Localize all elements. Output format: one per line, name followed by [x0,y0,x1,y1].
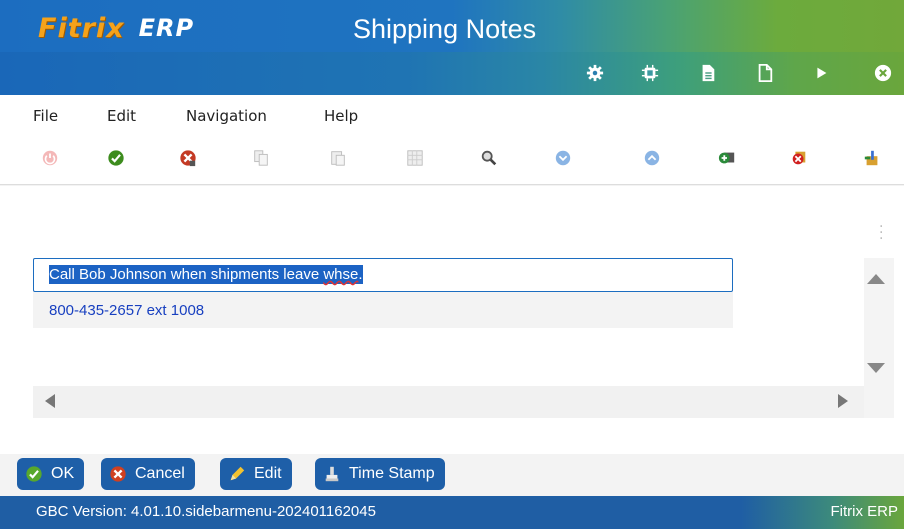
scroll-up-arrow-icon[interactable] [867,274,885,284]
note-line-1-text: Call Bob Johnson when shipments leave [49,266,324,283]
scroll-down-arrow-icon[interactable] [867,363,885,373]
close-circle-icon[interactable] [874,64,892,82]
app-logo: Fitrix ERP [38,12,195,44]
note-line-2[interactable]: 800-435-2657 ext 1008 [49,302,204,319]
copy-icon[interactable] [251,148,271,168]
scroll-right-arrow-icon[interactable] [838,394,848,408]
action-bar: OK Cancel Edit Time Stamp [0,456,904,494]
zoom-icon[interactable] [479,148,499,168]
document-icon[interactable] [699,64,717,82]
new-page-icon[interactable] [756,64,774,82]
header-toolbar [0,64,904,84]
edit-button-label: Edit [254,465,282,482]
ok-button[interactable]: OK [17,458,85,490]
menu-bar: File Edit Navigation Help [0,95,904,135]
delete-row-icon[interactable] [789,148,809,168]
logo-brand: Fitrix [38,12,125,44]
notes-list: Call Bob Johnson when shipments leave wh… [33,258,733,328]
more-options-icon[interactable]: · · · [879,220,883,246]
window-title: Shipping Notes [353,14,537,44]
down-circle-icon[interactable] [553,148,573,168]
check-icon [25,465,43,483]
cancel-button-label: Cancel [135,465,185,482]
note-line-1-end: . [358,266,363,283]
spellcheck-flagged-word: whse [323,266,359,283]
add-row-icon[interactable] [717,148,737,168]
insert-icon[interactable] [862,148,882,168]
menu-edit[interactable]: Edit [107,107,136,125]
time-stamp-button-label: Time Stamp [349,465,435,482]
grid-icon[interactable] [405,148,425,168]
app-name: Fitrix ERP [830,503,899,520]
toolbar [0,135,904,185]
accept-check-icon[interactable] [106,148,126,168]
settings-icon[interactable] [586,64,604,82]
notes-panel: · · · Call Bob Johnson when shipments leav… [0,186,904,454]
paste-icon[interactable] [328,148,348,168]
scroll-left-arrow-icon[interactable] [45,394,55,408]
edit-button[interactable]: Edit [220,458,292,490]
cancel-x-icon[interactable] [178,148,198,168]
ok-button-label: OK [51,465,75,482]
app-header: Fitrix ERP Shipping Notes [0,0,904,95]
status-bar: GBC Version: 4.01.10.sidebarmenu-2024011… [0,496,904,529]
menu-navigation[interactable]: Navigation [186,107,267,125]
up-circle-icon[interactable] [642,148,662,168]
cancel-icon [109,465,127,483]
stamp-icon [323,465,341,483]
version-text: GBC Version: 4.01.10.sidebarmenu-2024011… [36,503,376,520]
menu-help[interactable]: Help [324,107,358,125]
note-line-1-field[interactable]: Call Bob Johnson when shipments leave wh… [33,258,733,292]
menu-file[interactable]: File [33,107,58,125]
horizontal-scrollbar[interactable] [33,386,864,418]
play-icon[interactable] [812,64,830,82]
logo-suffix: ERP [138,14,195,42]
power-icon[interactable] [40,148,60,168]
pencil-icon [228,465,246,483]
cancel-button[interactable]: Cancel [101,458,195,490]
note-line-1-selection: Call Bob Johnson when shipments leave wh… [49,265,363,284]
time-stamp-button[interactable]: Time Stamp [315,458,445,490]
chip-icon[interactable] [641,64,659,82]
